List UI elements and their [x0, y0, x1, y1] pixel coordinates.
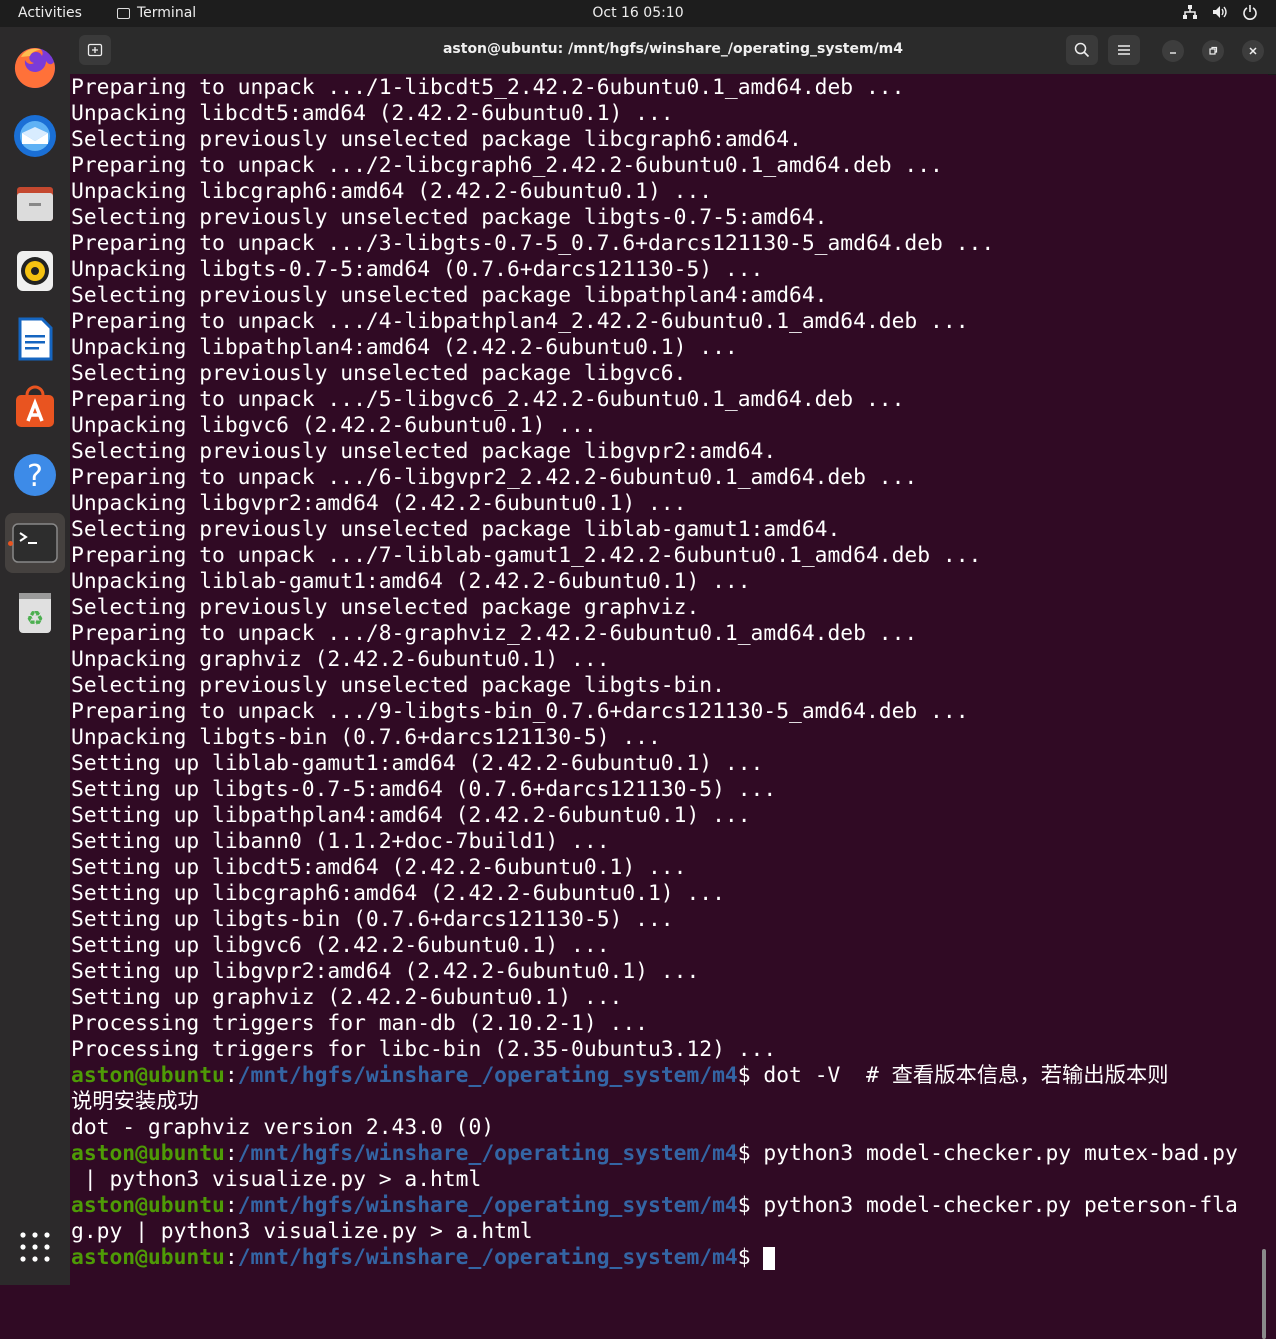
maximize-button[interactable] [1202, 40, 1224, 62]
output-line: Selecting previously unselected package … [71, 673, 725, 698]
output-line: Unpacking libgts-0.7-5:amd64 (0.7.6+darc… [71, 257, 764, 282]
show-apps-icon[interactable] [5, 1217, 65, 1277]
output-line: Setting up libgts-bin (0.7.6+darcs121130… [71, 907, 674, 932]
rhythmbox-icon[interactable] [5, 241, 65, 301]
prompt-line: aston@ubuntu:/mnt/hgfs/winshare_/operati… [71, 1063, 1169, 1088]
prompt-user-host: aston@ubuntu [71, 1193, 225, 1218]
prompt-user-host: aston@ubuntu [71, 1245, 225, 1270]
system-tray[interactable] [1182, 4, 1258, 20]
prompt-user-host: aston@ubuntu [71, 1063, 225, 1088]
output-line: Unpacking libgvc6 (2.42.2-6ubuntu0.1) ..… [71, 413, 597, 438]
firefox-icon[interactable] [5, 37, 65, 97]
libreoffice-writer-icon[interactable] [5, 309, 65, 369]
output-line: g.py | python3 visualize.py > a.html [71, 1219, 533, 1244]
minimize-button[interactable] [1162, 40, 1184, 62]
terminal-view[interactable]: Preparing to unpack .../1-libcdt5_2.42.2… [70, 74, 1268, 1339]
output-line: dot - graphviz version 2.43.0 (0) [71, 1115, 495, 1140]
close-button[interactable] [1242, 40, 1264, 62]
output-line: Setting up libgvpr2:amd64 (2.42.2-6ubunt… [71, 959, 700, 984]
output-line: Preparing to unpack .../7-liblab-gamut1_… [71, 543, 982, 568]
dock: ? ♻ [0, 27, 70, 1285]
output-line: Setting up libgts-0.7-5:amd64 (0.7.6+dar… [71, 777, 777, 802]
output-line: Preparing to unpack .../2-libcgraph6_2.4… [71, 153, 943, 178]
trash-icon[interactable]: ♻ [5, 581, 65, 641]
output-line: Preparing to unpack .../5-libgvc6_2.42.2… [71, 387, 905, 412]
output-line: Setting up libann0 (1.1.2+doc-7build1) .… [71, 829, 610, 854]
output-line: Selecting previously unselected package … [71, 127, 802, 152]
search-icon [1074, 42, 1090, 58]
menu-button[interactable] [1108, 35, 1140, 65]
svg-text:♻: ♻ [26, 606, 44, 630]
output-line: Setting up libcdt5:amd64 (2.42.2-6ubuntu… [71, 855, 687, 880]
running-indicator [8, 541, 13, 546]
prompt-path: /mnt/hgfs/winshare_/operating_system/m4 [237, 1245, 738, 1270]
prompt-path: /mnt/hgfs/winshare_/operating_system/m4 [237, 1141, 738, 1166]
output-line: Setting up libpathplan4:amd64 (2.42.2-6u… [71, 803, 751, 828]
output-line: Processing triggers for man-db (2.10.2-1… [71, 1011, 648, 1036]
output-line: Unpacking libpathplan4:amd64 (2.42.2-6ub… [71, 335, 738, 360]
output-line: Setting up graphviz (2.42.2-6ubuntu0.1) … [71, 985, 623, 1010]
output-line: Preparing to unpack .../6-libgvpr2_2.42.… [71, 465, 918, 490]
files-icon[interactable] [5, 173, 65, 233]
output-line: Preparing to unpack .../3-libgts-0.7-5_0… [71, 231, 995, 256]
prompt-line: aston@ubuntu:/mnt/hgfs/winshare_/operati… [71, 1141, 1238, 1166]
output-line: Unpacking libgvpr2:amd64 (2.42.2-6ubuntu… [71, 491, 687, 516]
output-line: Unpacking graphviz (2.42.2-6ubuntu0.1) .… [71, 647, 610, 672]
terminal-icon[interactable] [5, 513, 65, 573]
volume-icon [1212, 4, 1228, 20]
restore-icon [1209, 46, 1218, 55]
output-line: Preparing to unpack .../4-libpathplan4_2… [71, 309, 969, 334]
output-line: Setting up liblab-gamut1:amd64 (2.42.2-6… [71, 751, 764, 776]
output-line: Unpacking libgts-bin (0.7.6+darcs121130-… [71, 725, 661, 750]
command-text: $ dot -V # 查看版本信息，若输出版本则 [737, 1063, 1169, 1088]
output-line: Processing triggers for libc-bin (2.35-0… [71, 1037, 777, 1062]
close-icon [1249, 47, 1257, 55]
output-line: Selecting previously unselected package … [71, 205, 828, 230]
output-line: Selecting previously unselected package … [71, 439, 777, 464]
prompt-user-host: aston@ubuntu [71, 1141, 225, 1166]
output-line: Selecting previously unselected package … [71, 517, 841, 542]
command-text: $ python3 model-checker.py peterson-fla [737, 1193, 1238, 1218]
output-line: Preparing to unpack .../9-libgts-bin_0.7… [71, 699, 969, 724]
clock[interactable]: Oct 16 05:10 [0, 5, 1276, 21]
prompt-line[interactable]: aston@ubuntu:/mnt/hgfs/winshare_/operati… [71, 1245, 1238, 1271]
prompt-path: /mnt/hgfs/winshare_/operating_system/m4 [237, 1063, 738, 1088]
prompt-line: aston@ubuntu:/mnt/hgfs/winshare_/operati… [71, 1193, 1238, 1218]
output-line: Unpacking libcgraph6:amd64 (2.42.2-6ubun… [71, 179, 713, 204]
output-line: Unpacking libcdt5:amd64 (2.42.2-6ubuntu0… [71, 101, 674, 126]
output-line: Selecting previously unselected package … [71, 361, 687, 386]
command-text: $ [737, 1245, 764, 1270]
thunderbird-icon[interactable] [5, 105, 65, 165]
terminal-headerbar: aston@ubuntu: /mnt/hgfs/winshare_/operat… [70, 27, 1276, 75]
output-line: 说明安装成功 [71, 1089, 199, 1114]
network-icon [1182, 4, 1198, 20]
power-icon [1242, 4, 1258, 20]
svg-text:?: ? [27, 459, 43, 494]
output-line: Setting up libgvc6 (2.42.2-6ubuntu0.1) .… [71, 933, 610, 958]
minimize-icon [1170, 52, 1176, 54]
text-cursor [763, 1246, 776, 1270]
top-bar: Activities Terminal Oct 16 05:10 [0, 0, 1276, 27]
prompt-path: /mnt/hgfs/winshare_/operating_system/m4 [237, 1193, 738, 1218]
output-line: Preparing to unpack .../8-graphviz_2.42.… [71, 621, 918, 646]
scrollbar[interactable] [1262, 1249, 1266, 1339]
output-line: Selecting previously unselected package … [71, 283, 828, 308]
output-line: Unpacking liblab-gamut1:amd64 (2.42.2-6u… [71, 569, 751, 594]
help-icon[interactable]: ? [5, 445, 65, 505]
app-center-icon[interactable] [5, 377, 65, 437]
output-line: Setting up libcgraph6:amd64 (2.42.2-6ubu… [71, 881, 725, 906]
output-line: Preparing to unpack .../1-libcdt5_2.42.2… [71, 75, 905, 100]
output-line: Selecting previously unselected package … [71, 595, 700, 620]
command-text: $ python3 model-checker.py mutex-bad.py [737, 1141, 1238, 1166]
output-line: | python3 visualize.py > a.html [71, 1167, 482, 1192]
hamburger-menu-icon [1118, 45, 1130, 55]
terminal-output: Preparing to unpack .../1-libcdt5_2.42.2… [71, 75, 1238, 1271]
search-button[interactable] [1066, 35, 1098, 65]
